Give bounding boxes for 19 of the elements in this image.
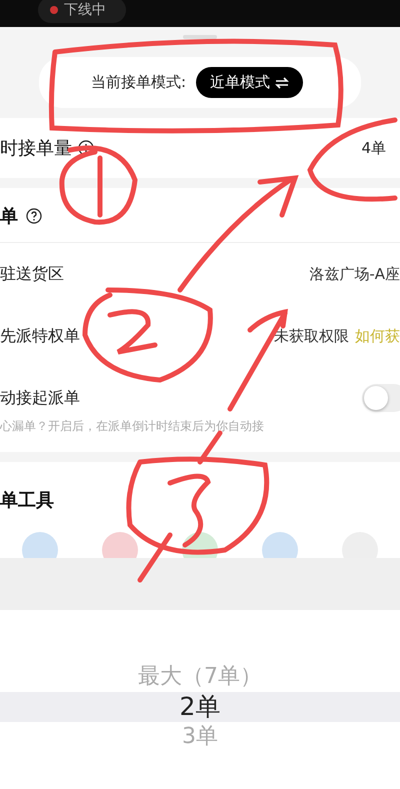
help-icon[interactable] <box>26 208 42 224</box>
setting-label: 驻送货区 <box>0 264 64 284</box>
mode-label: 当前接单模式: <box>90 73 186 92</box>
setting-label: 时接单量 <box>0 137 72 160</box>
hint-text: 心漏单？开启后，在派单倒计时结束后为你自动接 <box>0 418 265 435</box>
status-pill[interactable]: 下线中 <box>38 0 126 23</box>
info-icon[interactable] <box>78 140 94 156</box>
picker-option[interactable]: 2单 <box>0 692 400 722</box>
setting-value[interactable]: 4单 <box>361 138 386 158</box>
swap-icon <box>275 76 290 88</box>
mode-button[interactable]: 近单模式 <box>196 67 304 98</box>
setting-label: 先派特权单 <box>0 326 80 346</box>
drag-handle[interactable] <box>183 35 217 39</box>
setting-label: 动接起派单 <box>0 388 80 408</box>
toggle-switch[interactable] <box>362 384 400 412</box>
setting-value[interactable]: 洛兹广场-A座 <box>309 264 400 284</box>
section-title: 单工具 <box>0 489 55 512</box>
setting-value: 未获取权限 <box>274 326 349 346</box>
section-title: 单 <box>0 205 18 228</box>
